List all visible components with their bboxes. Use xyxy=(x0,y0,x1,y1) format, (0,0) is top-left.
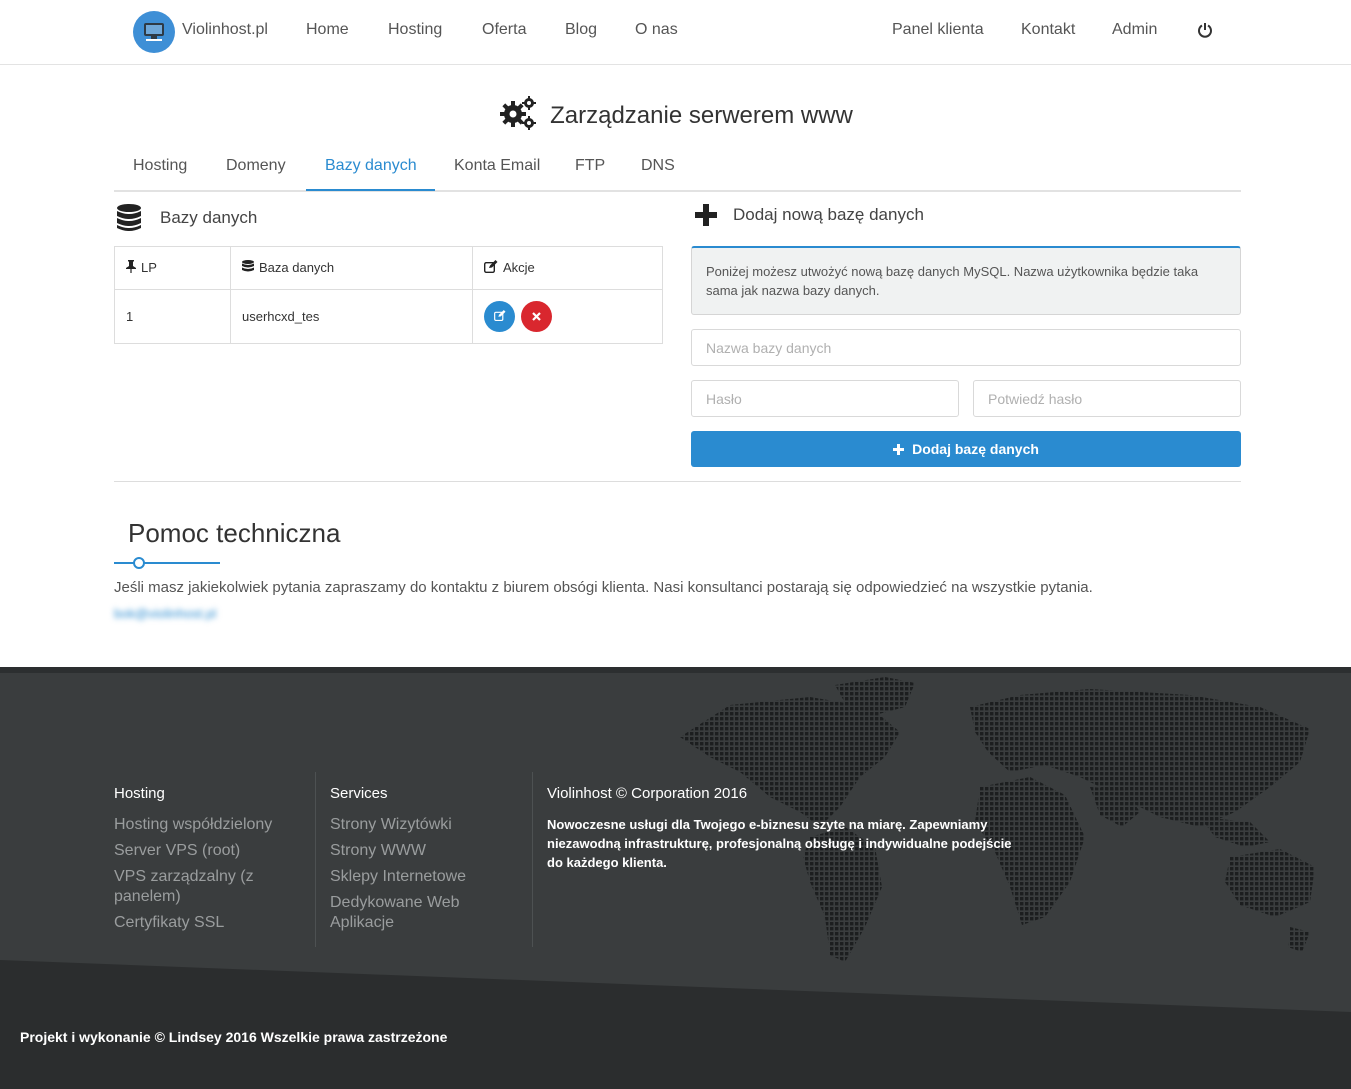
help-title: Pomoc techniczna xyxy=(128,518,341,548)
table-header-row: LP Baza danych Akcje xyxy=(114,245,663,291)
nav-admin[interactable]: Admin xyxy=(1112,21,1157,39)
divider xyxy=(114,481,1241,482)
add-database-button[interactable]: Dodaj bazę danych xyxy=(691,431,1241,467)
databases-heading-text: Bazy danych xyxy=(160,208,258,227)
nav-kontakt[interactable]: Kontakt xyxy=(1021,21,1075,39)
add-database-button-label: Dodaj bazę danych xyxy=(912,441,1039,457)
top-navbar: Violinhost.pl Home Hosting Oferta Blog O… xyxy=(0,0,1351,65)
footer-separator xyxy=(315,772,316,947)
add-database-heading-text: Dodaj nową bazę danych xyxy=(733,205,924,224)
cell-actions xyxy=(472,289,663,344)
tab-hosting[interactable]: Hosting xyxy=(133,157,187,175)
tab-bazy-danych[interactable]: Bazy danych xyxy=(325,157,417,175)
copyright-text: Projekt i wykonanie © Lindsey 2016 Wszel… xyxy=(20,1029,448,1045)
table-row: 1 userhcxd_tes xyxy=(114,289,663,344)
footer-link[interactable]: Certyfikaty SSL xyxy=(114,913,294,933)
footer-about-text: Nowoczesne usługi dla Twojego e-biznesu … xyxy=(547,817,1012,870)
help-title-dot xyxy=(133,557,145,569)
database-name-input[interactable] xyxy=(691,329,1241,366)
logo-icon[interactable] xyxy=(133,11,175,53)
databases-heading: Bazy danych xyxy=(116,204,257,232)
footer-link[interactable]: VPS zarządzalny (z panelem) xyxy=(114,867,294,907)
plus-icon xyxy=(893,443,905,455)
info-alert: Poniżej możesz utwożyć nową bazę danych … xyxy=(691,246,1241,315)
help-email-link[interactable]: bok@violinhost.pl xyxy=(114,606,216,621)
page-title-text: Zarządzanie serwerem www xyxy=(550,101,853,129)
nav-oferta[interactable]: Oferta xyxy=(482,21,526,39)
col-akcje: Akcje xyxy=(472,245,663,291)
databases-table: LP Baza danych Akcje 1 userhcxd_tes xyxy=(114,245,663,344)
tab-dns[interactable]: DNS xyxy=(641,157,675,175)
footer-col-hosting: Hosting Hosting współdzielony Server VPS… xyxy=(114,785,294,939)
nav-home[interactable]: Home xyxy=(306,21,349,39)
col-baza-danych: Baza danych xyxy=(230,245,473,291)
database-icon xyxy=(242,260,254,276)
nav-o-nas[interactable]: O nas xyxy=(635,21,678,39)
edit-icon xyxy=(493,309,506,324)
database-icon xyxy=(116,204,142,232)
confirm-password-input[interactable] xyxy=(973,380,1241,417)
edit-icon xyxy=(483,260,498,276)
active-tab-indicator xyxy=(306,189,435,191)
password-input[interactable] xyxy=(691,380,959,417)
footer-link[interactable]: Hosting współdzielony xyxy=(114,815,294,835)
close-icon xyxy=(532,309,541,324)
tab-konta-email[interactable]: Konta Email xyxy=(454,157,540,175)
plus-icon xyxy=(695,204,717,226)
footer-link[interactable]: Strony WWW xyxy=(330,841,510,861)
footer-col-about: Violinhost © Corporation 2016 Nowoczesne… xyxy=(547,785,1017,872)
nav-hosting[interactable]: Hosting xyxy=(388,21,442,39)
footer-link[interactable]: Server VPS (root) xyxy=(114,841,294,861)
tab-bar: Hosting Domeny Bazy danych Konta Email F… xyxy=(114,150,1241,192)
footer-col-services: Services Strony Wizytówki Strony WWW Skl… xyxy=(330,785,510,939)
tab-ftp[interactable]: FTP xyxy=(575,157,605,175)
brand-name[interactable]: Violinhost.pl xyxy=(182,21,268,39)
delete-database-button[interactable] xyxy=(521,301,552,333)
edit-database-button[interactable] xyxy=(484,301,515,333)
add-database-heading: Dodaj nową bazę danych xyxy=(695,204,924,226)
tab-domeny[interactable]: Domeny xyxy=(226,157,286,175)
footer-separator xyxy=(532,772,533,947)
nav-blog[interactable]: Blog xyxy=(565,21,597,39)
footer-col-services-title: Services xyxy=(330,785,388,802)
help-title-underline xyxy=(114,562,220,564)
cell-database-name: userhcxd_tes xyxy=(230,289,473,344)
footer-link[interactable]: Strony Wizytówki xyxy=(330,815,510,835)
help-text: Jeśli masz jakiekolwiek pytania zaprasza… xyxy=(114,579,1093,596)
footer-col-about-title: Violinhost © Corporation 2016 xyxy=(547,785,748,802)
footer: Hosting Hosting współdzielony Server VPS… xyxy=(0,667,1351,1089)
footer-link[interactable]: Dedykowane Web Aplikacje xyxy=(330,893,510,933)
nav-panel-klienta[interactable]: Panel klienta xyxy=(892,21,984,39)
footer-col-hosting-title: Hosting xyxy=(114,785,165,802)
pin-icon xyxy=(126,260,136,276)
cell-lp: 1 xyxy=(114,289,231,344)
gears-icon xyxy=(498,95,538,136)
power-icon[interactable] xyxy=(1197,22,1213,43)
footer-link[interactable]: Sklepy Internetowe xyxy=(330,867,510,887)
col-lp: LP xyxy=(114,245,231,291)
page-title: Zarządzanie serwerem www xyxy=(0,95,1351,136)
